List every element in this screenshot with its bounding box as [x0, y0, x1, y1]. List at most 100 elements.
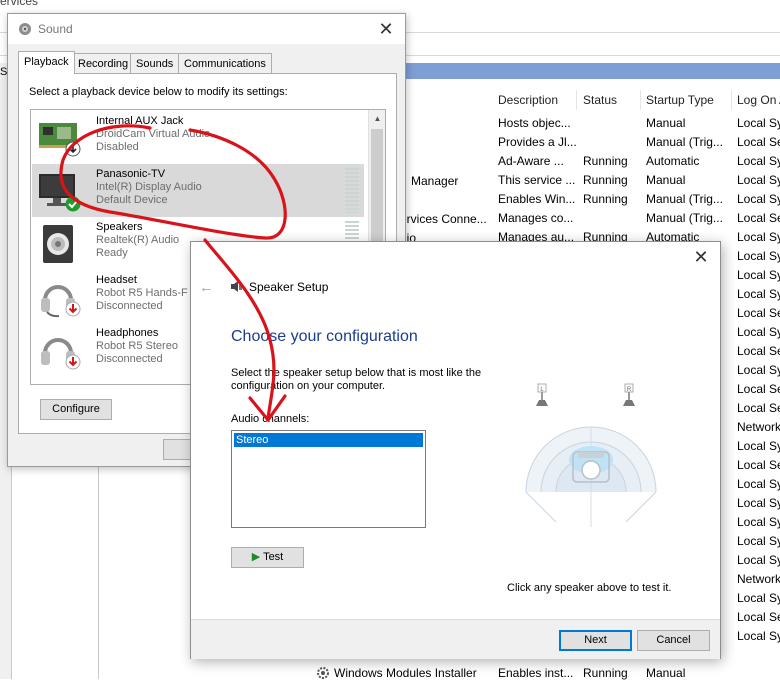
test-hint: Click any speaker above to test it. [507, 582, 672, 594]
next-button[interactable]: Next [559, 630, 632, 651]
column-header-startup-type[interactable]: Startup Type [646, 93, 714, 107]
device-driver: Intel(R) Display Audio [96, 181, 202, 193]
service-startup-type: Manual (Trig... [646, 192, 723, 206]
volume-level-meter [345, 168, 359, 213]
service-log-on-as: Local Sy [737, 515, 780, 529]
service-description: Hosts objec... [498, 116, 571, 130]
service-log-on-as: Network [737, 572, 780, 586]
service-description: Enables inst... [498, 666, 574, 680]
service-log-on-as: Local Sy [737, 496, 780, 510]
setup-instruction: Select the speaker setup below that is m… [231, 367, 482, 392]
service-status: Running [583, 154, 628, 168]
service-description: Manages co... [498, 211, 574, 225]
speaker-layout-diagram: L R [525, 383, 657, 527]
service-log-on-as: Local Sy [737, 268, 780, 282]
service-log-on-as: Local Sy [737, 534, 780, 548]
service-log-on-as: Local Se [737, 344, 780, 358]
device-panasonic-tv[interactable]: Panasonic-TV Intel(R) Display Audio Defa… [32, 164, 364, 217]
audio-channels-label: Audio channels: [231, 413, 310, 425]
tab-sounds[interactable]: Sounds [130, 53, 180, 73]
service-log-on-as: Local Sy [737, 477, 780, 491]
service-log-on-as: Local Se [737, 458, 780, 472]
device-internal-aux-jack[interactable]: Internal AUX Jack DroidCam Virtual Audio… [32, 111, 364, 164]
service-log-on-as: Local Sy [737, 591, 780, 605]
service-log-on-as: Local Sy [737, 363, 780, 377]
sound-app-icon [19, 23, 31, 35]
test-button-label: Test [263, 551, 284, 563]
service-status: Running [583, 192, 628, 206]
configure-button[interactable]: Configure [40, 399, 112, 420]
speaker-setup-icon [231, 281, 242, 292]
speaker-setup-dialog: ✕ ← Speaker Setup Choose your configurat… [190, 241, 721, 659]
service-log-on-as: Local Se [737, 401, 780, 415]
service-log-on-as: Local Se [737, 211, 780, 225]
service-log-on-as: Local Sy [737, 249, 780, 263]
close-icon[interactable]: ✕ [690, 246, 712, 268]
test-button[interactable]: ▶ Test [231, 547, 304, 568]
service-log-on-as: Local Sy [737, 439, 780, 453]
services-header-strip [400, 63, 780, 79]
column-header-description[interactable]: Description [498, 93, 558, 107]
back-arrow-icon[interactable]: ← [199, 279, 214, 296]
channel-option-stereo[interactable]: Stereo [234, 433, 423, 447]
service-startup-type: Manual (Trig... [646, 135, 723, 149]
sound-card-icon [39, 123, 81, 157]
service-log-on-as: Local Se [737, 610, 780, 624]
cancel-button[interactable]: Cancel [637, 630, 710, 651]
service-startup-type: Manual (Trig... [646, 211, 723, 225]
speaker-setup-title: Speaker Setup [249, 280, 329, 294]
service-log-on-as: Network [737, 420, 780, 434]
tab-recording[interactable]: Recording [72, 53, 135, 73]
service-log-on-as: Local Sy [737, 154, 780, 168]
device-driver: Robot R5 Stereo [96, 340, 178, 352]
column-separator[interactable] [576, 90, 577, 110]
audio-channels-list[interactable]: Stereo [231, 430, 426, 528]
service-log-on-as: Local Sy [737, 629, 780, 643]
device-status: Disconnected [96, 353, 163, 365]
service-name-partial[interactable]: ervices Conne... [400, 212, 487, 226]
service-gear-icon [316, 666, 330, 683]
service-log-on-as: Local Sy [737, 192, 780, 206]
dialog-footer: Next Cancel [191, 619, 720, 659]
device-driver: DroidCam Virtual Audio [96, 128, 211, 140]
device-status: Default Device [96, 194, 168, 206]
sound-titlebar[interactable]: Sound ✕ [8, 14, 405, 44]
device-status: Disconnected [96, 300, 163, 312]
page-title: Choose your configuration [231, 328, 418, 345]
service-status: Running [583, 173, 628, 187]
playback-instruction: Select a playback device below to modify… [29, 86, 288, 98]
column-header-log-on-as[interactable]: Log On A [737, 93, 780, 107]
headset-icon [41, 285, 81, 318]
service-name-windows-modules-installer[interactable]: Windows Modules Installer [334, 666, 477, 680]
device-driver: Realtek(R) Audio [96, 234, 180, 246]
pane-divider [98, 465, 99, 679]
ok-button-partial[interactable] [163, 439, 193, 460]
device-status: Disabled [96, 141, 139, 153]
services-window-title: ervices [0, 0, 39, 8]
right-speaker-label: R [627, 387, 632, 393]
service-log-on-as: Local Se [737, 382, 780, 396]
play-icon: ▶ [251, 551, 261, 563]
service-description: Provides a Jl... [498, 135, 577, 149]
speaker-icon [43, 225, 73, 263]
service-log-on-as: Local Se [737, 135, 780, 149]
service-log-on-as: Local Se [737, 306, 780, 320]
service-description: This service ... [498, 173, 576, 187]
tab-playback[interactable]: Playback [18, 51, 75, 74]
service-status: Running [583, 666, 628, 680]
column-separator[interactable] [731, 90, 732, 110]
service-log-on-as: Local Sy [737, 287, 780, 301]
service-log-on-as: Local Sy [737, 553, 780, 567]
device-name: Internal AUX Jack [96, 115, 184, 127]
service-name-partial[interactable]: Manager [411, 174, 458, 188]
column-header-status[interactable]: Status [583, 93, 617, 107]
scroll-up-icon[interactable]: ▲ [369, 110, 385, 127]
service-description: Enables Win... [498, 192, 576, 206]
close-icon[interactable]: ✕ [375, 18, 397, 40]
tv-monitor-icon [39, 174, 81, 212]
service-startup-type: Manual [646, 173, 686, 187]
service-startup-type: Automatic [646, 154, 700, 168]
column-separator[interactable] [640, 90, 641, 110]
tab-communications[interactable]: Communications [178, 53, 272, 73]
service-log-on-as: Local Sy [737, 173, 780, 187]
